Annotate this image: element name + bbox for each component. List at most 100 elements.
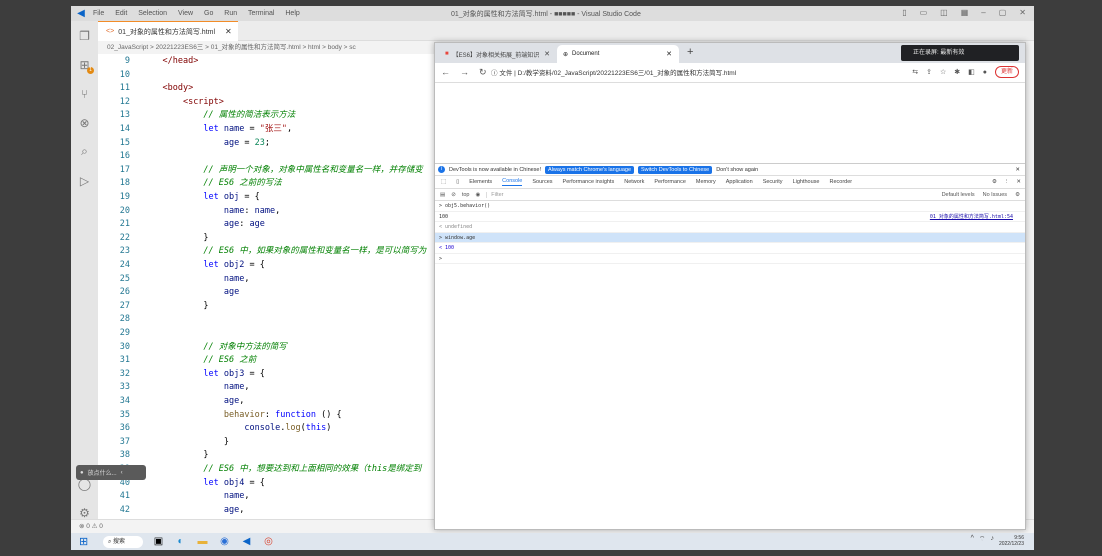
menu-go[interactable]: Go (204, 10, 213, 17)
code-line[interactable]: 11 <body> (98, 81, 438, 96)
browser-tab-document[interactable]: ⊕ Document ✕ (557, 45, 679, 63)
vscode-taskbar-icon[interactable]: ◀ (240, 535, 253, 548)
run-debug-icon[interactable]: ▷ (71, 166, 98, 195)
code-line[interactable]: 42 age, (98, 503, 438, 518)
close-tab-icon[interactable]: ✕ (666, 50, 672, 58)
extensions-icon[interactable]: ⊞ 1 (71, 50, 98, 79)
windows-start-icon[interactable]: ⊞ (79, 535, 93, 549)
code-line[interactable]: 18 // ES6 之前的写法 (98, 176, 438, 191)
code-line[interactable]: 14 let name = "张三", (98, 122, 438, 137)
console-row[interactable]: > window.age (435, 232, 1025, 243)
code-line[interactable]: 25 name, (98, 272, 438, 287)
gear-icon[interactable]: ⚙ (1015, 192, 1020, 198)
clear-console-icon[interactable]: ⊘ (451, 192, 456, 198)
code-line[interactable]: 36 console.log(this) (98, 421, 438, 436)
console-output[interactable]: > obj5.behavior() 100 01_对象的属性和方法简写.html:… (435, 201, 1025, 264)
code-line[interactable]: 22 } (98, 231, 438, 246)
code-line[interactable]: 40 let obj4 = { (98, 476, 438, 491)
tab-performance[interactable]: Performance (654, 179, 686, 185)
tab-sources[interactable]: Sources (532, 179, 552, 185)
code-line[interactable]: 19 let obj = { (98, 190, 438, 205)
inspect-icon[interactable]: ⬚ (441, 179, 446, 185)
restore-icon[interactable]: ▢ (999, 8, 1007, 17)
share-icon[interactable]: ⇪ (926, 68, 932, 76)
log-levels-select[interactable]: Default levels (942, 192, 975, 198)
layout-icon[interactable]: ▯ (902, 8, 906, 17)
code-line[interactable]: 30 // 对象中方法的简写 (98, 340, 438, 355)
menu-edit[interactable]: Edit (115, 10, 127, 17)
code-line[interactable]: 32 let obj3 = { (98, 367, 438, 382)
forward-icon[interactable]: → (460, 67, 469, 78)
console-row[interactable]: > (435, 254, 1025, 264)
code-line[interactable]: 24 let obj2 = { (98, 258, 438, 273)
layout-split-icon[interactable]: ◫ (940, 8, 948, 17)
device-toggle-icon[interactable]: ▯ (456, 179, 459, 185)
tab-performance-insights[interactable]: Performance insights (563, 179, 615, 185)
tab-recorder[interactable]: Recorder (829, 179, 852, 185)
filter-input[interactable]: Filter (486, 191, 846, 198)
menu-help[interactable]: Help (285, 10, 299, 17)
code-line[interactable]: 13 // 属性的简洁表示方法 (98, 108, 438, 123)
tab-application[interactable]: Application (726, 179, 753, 185)
close-window-icon[interactable]: ✕ (1019, 8, 1026, 17)
new-tab-button[interactable]: + (687, 46, 693, 58)
browser-tab-csdn[interactable]: ■ 【ES6】对象相关拓展_前端知识 ✕ (439, 45, 557, 63)
task-view-icon[interactable]: ▣ (152, 535, 165, 548)
code-line[interactable]: 17 // 声明一个对象，对象中属性名和变量名一样，并存储变 (98, 163, 438, 178)
code-line[interactable]: 9 </head> (98, 54, 438, 69)
taskbar-search[interactable]: ⌕ 搜索 (103, 535, 143, 548)
code-line[interactable]: 41 name, (98, 489, 438, 504)
sidebar-icon[interactable]: ◧ (968, 68, 975, 76)
profile-icon[interactable]: ● (983, 69, 987, 76)
tab-lighthouse[interactable]: Lighthouse (793, 179, 820, 185)
more-icon[interactable]: ⋮ (1004, 179, 1010, 185)
console-row[interactable]: < 100 (435, 243, 1025, 254)
code-line[interactable]: 16 (98, 149, 438, 164)
code-line[interactable]: 31 // ES6 之前 (98, 353, 438, 368)
reload-icon[interactable]: ↻ (479, 67, 487, 78)
minimize-icon[interactable]: – (981, 8, 985, 17)
close-icon[interactable]: ✕ (1016, 179, 1021, 185)
close-tab-icon[interactable]: ✕ (225, 27, 232, 36)
tab-elements[interactable]: Elements (469, 179, 492, 185)
console-row[interactable]: > obj5.behavior() (435, 201, 1025, 212)
code-line[interactable]: 23 // ES6 中，如果对象的属性和变量名一样，是可以简写为 (98, 244, 438, 259)
app-icon[interactable]: ◉ (218, 535, 231, 548)
update-button[interactable]: 更新 (994, 66, 1019, 78)
code-line[interactable]: 10 (98, 68, 438, 83)
console-row[interactable]: < undefined (435, 222, 1025, 233)
close-icon[interactable]: ✕ (1015, 167, 1020, 173)
edge-icon[interactable]: ◐ (174, 535, 187, 548)
git-icon[interactable]: ⊗ (71, 108, 98, 137)
source-control-icon[interactable]: ⑂ (71, 79, 98, 108)
code-editor[interactable]: 9 </head> 10 11 <body> 12 <script> 13 // 属性的… (98, 54, 438, 519)
address-bar[interactable]: ⓘ 文件 | D:/教学资料/02_JavaScript/20221223ES6… (491, 67, 881, 80)
editor-tab-active[interactable]: <> 01_对象的属性和方法简写.html ✕ (98, 21, 238, 41)
code-line[interactable]: 29 (98, 326, 438, 341)
code-line[interactable]: 28 (98, 312, 438, 327)
code-line[interactable]: 33 name, (98, 380, 438, 395)
layout-panel-icon[interactable]: ▭ (920, 8, 928, 17)
menu-file[interactable]: File (93, 10, 104, 17)
gear-icon[interactable]: ⚙ (992, 179, 997, 185)
floating-widget[interactable]: ● 放点什么... ‹ (76, 465, 146, 480)
file-explorer-icon[interactable]: ▬ (196, 535, 209, 548)
translate-icon[interactable]: ⇆ (912, 68, 918, 76)
context-select[interactable]: top (462, 192, 470, 198)
code-line[interactable]: 38 } (98, 448, 438, 463)
close-tab-icon[interactable]: ✕ (544, 50, 550, 58)
tab-memory[interactable]: Memory (696, 179, 716, 185)
code-line[interactable]: 34 age, (98, 394, 438, 409)
code-line[interactable]: 39 // ES6 中，想要达到和上面相同的效果（this是绑定到 (98, 462, 438, 477)
tab-network[interactable]: Network (624, 179, 644, 185)
star-icon[interactable]: ☆ (940, 68, 946, 76)
back-icon[interactable]: ← (441, 67, 450, 78)
source-link[interactable]: 01_对象的属性和方法简写.html:54 (930, 212, 1013, 223)
extensions-icon[interactable]: ✱ (954, 68, 960, 76)
search-icon[interactable]: ⌕ (71, 137, 98, 166)
explorer-icon[interactable]: ❐ (71, 21, 98, 50)
code-line[interactable]: 35 behavior: function () { (98, 408, 438, 423)
tab-console[interactable]: Console (502, 178, 523, 186)
layout-customize-icon[interactable]: ▦ (961, 8, 969, 17)
code-line[interactable]: 26 age (98, 285, 438, 300)
